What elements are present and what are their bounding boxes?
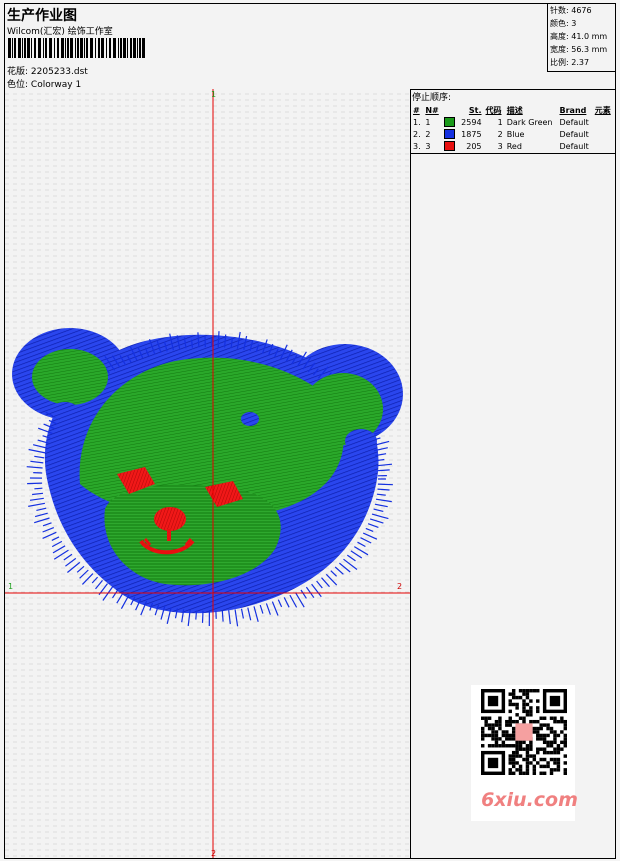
row-n: 3 [425, 141, 431, 151]
design-file: 花版: 2205233.dst [7, 64, 88, 77]
stat-value: 41.0 mm [571, 32, 608, 41]
color-swatch [443, 117, 455, 127]
watermark-box: 6xiu.com [471, 685, 578, 821]
row-desc: Red [506, 141, 522, 151]
color-swatch [443, 141, 455, 151]
row-swatch [442, 116, 458, 128]
stat-value: 4676 [571, 6, 592, 15]
table-row: 2. 2 1875 2 Blue Default [411, 128, 614, 140]
stat-colors: 颜色: 3 [548, 17, 615, 30]
header: 生产作业图 Wilcom(汇宏) 绘饰工作室 花版: 2205233.dst 色… [5, 4, 615, 90]
col-num: # [413, 105, 420, 115]
table-row: 1. 1 2594 1 Dark Green Default [411, 116, 614, 128]
row-num: 2. [413, 129, 421, 139]
row-desc: Dark Green [506, 117, 553, 127]
row-num: 3. [413, 141, 421, 151]
stat-label: 宽度: [550, 45, 569, 54]
row-elem [593, 140, 614, 152]
design-canvas: 1 2 1 2 [5, 89, 411, 858]
row-brand: Default [559, 141, 589, 151]
row-elem [593, 116, 614, 128]
row-brand: Default [559, 117, 589, 127]
axis-label-right: 2 [397, 582, 403, 591]
axis-label-bottom: 2 [211, 849, 217, 858]
axis-label-top: 1 [211, 90, 217, 99]
row-stitches: 205 [466, 141, 482, 151]
design-file-name: 2205233.dst [30, 67, 88, 77]
row-swatch [442, 128, 458, 140]
stat-height: 高度: 41.0 mm [548, 30, 615, 43]
row-brand: Default [559, 129, 589, 139]
stat-label: 高度: [550, 32, 569, 41]
page-title: 生产作业图 [7, 8, 77, 24]
stat-value: 3 [571, 19, 577, 28]
col-swatch [442, 104, 458, 116]
row-n: 1 [425, 117, 431, 127]
col-stitches: St. [468, 105, 482, 115]
stat-label: 颜色: [550, 19, 569, 28]
stat-stitches: 针数: 4676 [548, 4, 615, 17]
row-desc: Blue [506, 129, 525, 139]
table-row: 3. 3 205 3 Red Default [411, 140, 614, 152]
barcode [8, 38, 145, 58]
row-code: 2 [497, 129, 503, 139]
embroidery-preview [5, 89, 410, 858]
production-sheet: 生产作业图 Wilcom(汇宏) 绘饰工作室 花版: 2205233.dst 色… [4, 3, 616, 859]
col-elem: 元素 [594, 105, 611, 115]
qr-code [481, 689, 567, 775]
watermark-text: 6xiu.com [481, 789, 578, 811]
row-num: 1. [413, 117, 421, 127]
stop-sequence-table: # N# St. 代码 描述 Brand 元素 1. 1 2594 1 Dark Gre… [411, 104, 614, 152]
stat-value: 56.3 mm [571, 45, 608, 54]
stop-sequence-title: 停止顺序: [412, 93, 452, 103]
row-elem [593, 128, 614, 140]
stat-width: 宽度: 56.3 mm [548, 43, 615, 56]
row-stitches: 1875 [461, 129, 482, 139]
stat-label: 针数: [550, 6, 569, 15]
row-code: 1 [497, 117, 503, 127]
company-name: Wilcom(汇宏) 绘饰工作室 [7, 27, 113, 37]
col-code: 代码 [485, 105, 502, 115]
stat-value: 2.37 [571, 58, 590, 67]
axis-label-left: 1 [8, 582, 14, 591]
col-n: N# [425, 105, 439, 115]
col-brand: Brand [559, 105, 587, 115]
stats-box: 针数: 4676 颜色: 3 高度: 41.0 mm 宽度: 56.3 mm 比… [547, 4, 615, 72]
table-header-row: # N# St. 代码 描述 Brand 元素 [411, 104, 614, 116]
divider [410, 153, 615, 154]
stat-scale: 比例: 2.37 [548, 56, 615, 69]
color-swatch [443, 129, 455, 139]
col-desc: 描述 [506, 105, 523, 115]
row-n: 2 [425, 129, 431, 139]
design-file-label: 花版: [7, 67, 29, 77]
row-code: 3 [497, 141, 503, 151]
stat-label: 比例: [550, 58, 569, 67]
row-swatch [442, 140, 458, 152]
row-stitches: 2594 [461, 117, 482, 127]
